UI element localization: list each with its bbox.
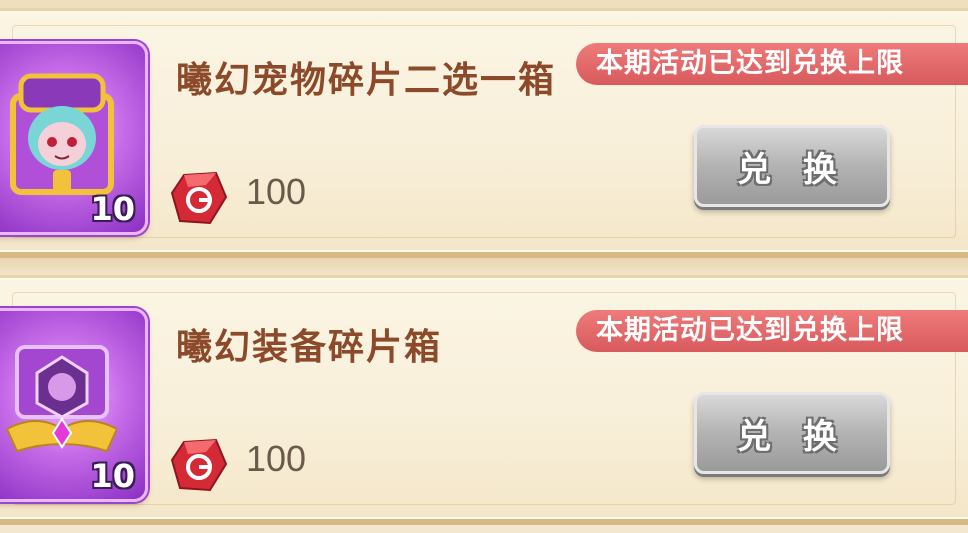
equipment-shard-chest-icon (7, 345, 117, 453)
exchange-button-label: 兑 换 (737, 149, 847, 190)
limit-badge: 本期活动已达到兑换上限 (576, 43, 968, 85)
item-icon-box[interactable]: 10 (0, 308, 148, 502)
item-title: 曦幻宠物碎片二选一箱 (176, 60, 557, 101)
item-price: 100 (246, 171, 307, 212)
red-gem-icon (170, 438, 228, 492)
red-gem-icon (170, 171, 228, 225)
item-count: 10 (90, 457, 135, 495)
shop-item-card: 10 曦幻宠物碎片二选一箱 本期活动已达到兑换上限 100 兑 换 (0, 8, 968, 258)
pet-shard-chest-icon (10, 73, 114, 195)
item-count: 10 (90, 190, 135, 228)
top-band (0, 0, 968, 8)
limit-badge: 本期活动已达到兑换上限 (576, 310, 968, 352)
exchange-button-label: 兑 换 (737, 416, 847, 457)
exchange-button[interactable]: 兑 换 (694, 125, 890, 207)
item-icon-box[interactable]: 10 (0, 41, 148, 235)
exchange-button[interactable]: 兑 换 (694, 392, 890, 474)
item-price: 100 (246, 438, 307, 479)
item-title: 曦幻装备碎片箱 (176, 327, 443, 368)
shop-item-card: 10 曦幻装备碎片箱 本期活动已达到兑换上限 100 兑 换 (0, 275, 968, 525)
card-divider (0, 258, 968, 275)
